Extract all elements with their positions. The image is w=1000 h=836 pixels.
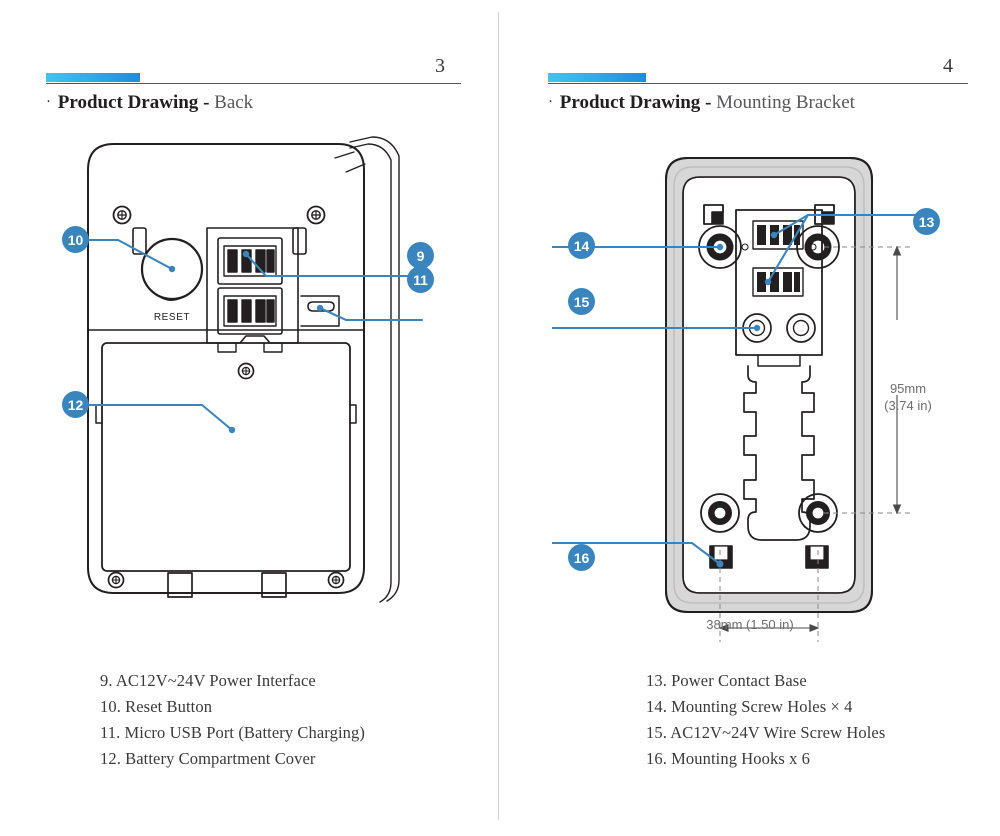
caption-item-12: 12. Battery Compartment Cover [100,749,316,768]
page-left: 3 · Product Drawing - Back RESET 10 9 11… [0,0,498,836]
callout-9[interactable]: 9 [407,242,434,269]
callout-11[interactable]: 11 [407,266,434,293]
callout-15[interactable]: 15 [568,288,595,315]
reset-label: RESET [154,312,190,323]
header-rule-left [46,83,461,84]
device-back-drawing: RESET [50,130,450,630]
leader-12 [86,403,234,432]
section-title-right: · Product Drawing - Mounting Bracket [548,92,855,114]
title-dash-left: - [203,92,210,113]
leader-11 [318,306,424,322]
caption-list-left: 9. AC12V~24V Power Interface 10. Reset B… [100,668,365,772]
header-accent-left [46,73,140,82]
dimension-height: 95mm (3.74 in) [870,380,946,414]
page-spread-divider [498,12,499,820]
title-strong-left: Product Drawing [57,92,199,113]
caption-item-11: 11. Micro USB Port (Battery Charging) [100,723,365,742]
title-dash-right: - [705,92,712,113]
header-accent-right [548,73,646,82]
callout-12[interactable]: 12 [62,391,89,418]
caption-item-14: 14. Mounting Screw Holes × 4 [646,697,853,716]
title-bullet-right: · [548,94,553,110]
callout-14[interactable]: 14 [568,232,595,259]
page-right: 4 · Product Drawing - Mounting Bracket 9… [502,0,1000,836]
page-number-left: 3 [435,55,445,77]
title-sub-right: Mounting Bracket [716,92,855,113]
dimension-height-imperial: (3.74 in) [884,398,932,413]
title-strong-right: Product Drawing [559,92,701,113]
dimension-width: 38mm (1.50 in) [706,617,794,632]
callout-13[interactable]: 13 [913,208,940,235]
caption-list-right: 13. Power Contact Base 14. Mounting Scre… [646,668,885,772]
caption-item-13: 13. Power Contact Base [646,671,807,690]
page-number-right: 4 [943,55,953,77]
header-rule-right [548,83,968,84]
title-bullet-left: · [46,94,51,110]
dimension-height-metric: 95mm [889,381,927,396]
leader-10 [86,238,174,271]
callout-16[interactable]: 16 [568,544,595,571]
caption-item-9: 9. AC12V~24V Power Interface [100,671,316,690]
caption-item-10: 10. Reset Button [100,697,213,716]
section-title-left: · Product Drawing - Back [46,92,253,114]
callout-10[interactable]: 10 [62,226,89,253]
caption-item-16: 16. Mounting Hooks x 6 [646,749,811,768]
title-sub-left: Back [214,92,254,113]
caption-item-15: 15. AC12V~24V Wire Screw Holes [646,723,886,742]
